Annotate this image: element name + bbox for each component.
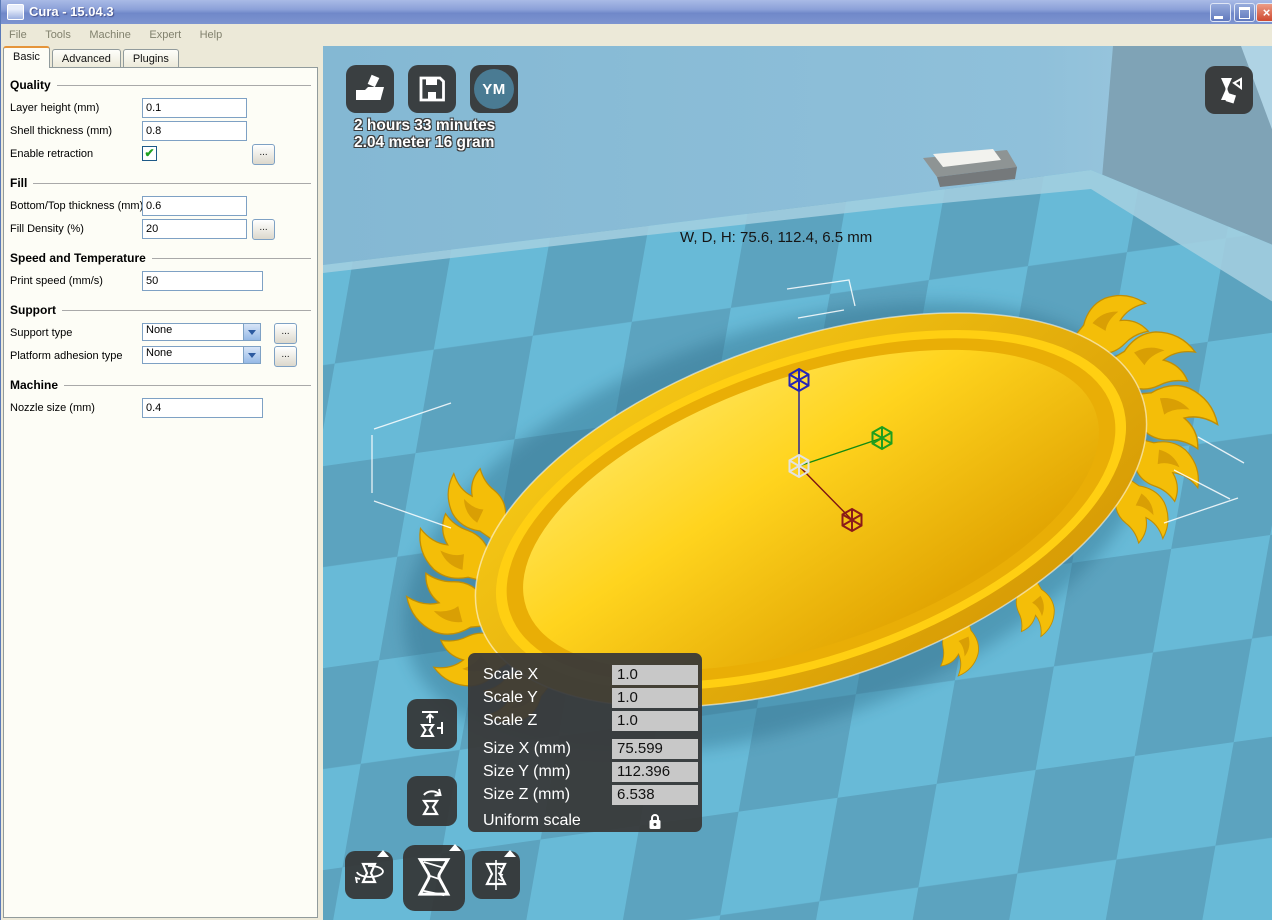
size-y-field[interactable]: 112.396	[612, 761, 698, 782]
scale-reset-icon	[421, 788, 442, 816]
scale-tool-button[interactable]	[403, 844, 465, 911]
dropdown-button[interactable]	[243, 324, 260, 340]
bottom-top-thickness-input[interactable]	[142, 196, 247, 216]
chevron-down-icon	[248, 352, 256, 358]
menu-expert[interactable]: Expert	[149, 24, 181, 46]
scale-icon	[417, 858, 451, 897]
section-support: Support	[10, 303, 311, 317]
uniform-scale-lock-toggle[interactable]	[612, 812, 698, 831]
basic-settings-page: Quality Layer height (mm) Shell thicknes…	[3, 67, 318, 918]
menu-machine[interactable]: Machine	[89, 24, 131, 46]
app-icon	[7, 4, 24, 20]
size-z-field[interactable]: 6.538	[612, 784, 698, 805]
print-stats: 2 hours 33 minutes 2.04 meter 16 gram	[354, 117, 495, 151]
submenu-triangle-icon	[504, 850, 516, 857]
enable-retraction-checkbox[interactable]: ✔	[142, 146, 157, 161]
lock-icon	[649, 813, 661, 829]
shell-thickness-input[interactable]	[142, 121, 247, 141]
section-machine: Machine	[10, 378, 311, 392]
save-icon	[419, 76, 445, 102]
youmagine-icon: YM	[474, 69, 514, 109]
menu-bar: File Tools Machine Expert Help	[1, 24, 1272, 46]
load-model-button[interactable]	[346, 65, 394, 113]
mirror-icon	[485, 860, 507, 890]
setting-row: Platform adhesion type None ...	[4, 345, 317, 368]
scale-row: Scale Y 1.0	[483, 686, 702, 709]
section-fill: Fill	[10, 176, 311, 190]
dropdown-button[interactable]	[243, 347, 260, 363]
scale-row: Size Z (mm) 6.538	[483, 783, 702, 806]
scale-settings-panel: Scale X 1.0 Scale Y 1.0 Scale Z 1.0 Size…	[468, 653, 702, 832]
setting-row: Support type None ...	[4, 322, 317, 345]
scale-reset-button[interactable]	[407, 776, 457, 826]
settings-panel: Basic Advanced Plugins Quality Layer hei…	[1, 46, 323, 920]
setting-row: Fill Density (%) ...	[4, 218, 317, 241]
scale-to-max-icon	[420, 711, 443, 737]
chevron-down-icon	[248, 329, 256, 335]
scale-x-field[interactable]: 1.0	[612, 664, 698, 685]
adhesion-more-button[interactable]: ...	[274, 346, 297, 367]
tab-advanced[interactable]: Advanced	[51, 49, 121, 68]
check-icon: ✔	[144, 146, 155, 160]
setting-row: Bottom/Top thickness (mm)	[4, 195, 317, 218]
3d-viewport[interactable]: YM 2 hours 33 minutes 2.04 meter 16 gram…	[323, 46, 1272, 920]
section-quality: Quality	[10, 78, 311, 92]
scale-row: Size X (mm) 75.599	[483, 737, 702, 760]
retraction-more-button[interactable]: ...	[252, 144, 275, 165]
fill-density-input[interactable]	[142, 219, 247, 239]
platform-adhesion-select[interactable]: None	[142, 346, 261, 364]
setting-row: Layer height (mm)	[4, 97, 317, 120]
view-mode-icon	[1221, 77, 1242, 104]
maximize-icon	[1239, 6, 1250, 19]
menu-tools[interactable]: Tools	[45, 24, 71, 46]
tab-basic[interactable]: Basic	[3, 46, 50, 68]
close-button[interactable]: ×	[1256, 3, 1272, 22]
build-plate-scene	[323, 46, 1272, 920]
load-model-icon	[356, 74, 384, 100]
model-dimensions-label: W, D, H: 75.6, 112.4, 6.5 mm	[680, 229, 873, 246]
share-youmagine-button[interactable]: YM	[470, 65, 518, 113]
tab-bar: Basic Advanced Plugins	[3, 46, 181, 68]
minimize-button[interactable]	[1210, 3, 1231, 22]
view-mode-button[interactable]	[1205, 66, 1253, 114]
rotate-icon	[354, 862, 384, 884]
menu-help[interactable]: Help	[200, 24, 223, 46]
maximize-button[interactable]	[1234, 3, 1255, 22]
minimize-icon	[1213, 15, 1223, 19]
setting-row: Shell thickness (mm)	[4, 120, 317, 143]
size-x-field[interactable]: 75.599	[612, 738, 698, 759]
nozzle-size-input[interactable]	[142, 398, 263, 418]
menu-file[interactable]: File	[9, 24, 27, 46]
scale-row: Scale Z 1.0	[483, 709, 702, 732]
section-speed-temperature: Speed and Temperature	[10, 251, 311, 265]
window-title: Cura - 15.04.3	[29, 4, 114, 19]
title-bar[interactable]: Cura - 15.04.3 ×	[1, 0, 1272, 24]
save-toolpath-button[interactable]	[408, 65, 456, 113]
print-speed-input[interactable]	[142, 271, 263, 291]
support-type-select[interactable]: None	[142, 323, 261, 341]
scale-y-field[interactable]: 1.0	[612, 687, 698, 708]
scale-z-field[interactable]: 1.0	[612, 710, 698, 731]
setting-row: Enable retraction ✔ ...	[4, 143, 317, 166]
material-usage: 2.04 meter 16 gram	[354, 134, 495, 151]
layer-height-input[interactable]	[142, 98, 247, 118]
support-more-button[interactable]: ...	[274, 323, 297, 344]
scale-row: Size Y (mm) 112.396	[483, 760, 702, 783]
cura-window: { "window": { "title": "Cura - 15.04.3" …	[0, 0, 1272, 920]
scale-to-max-button[interactable]	[407, 699, 457, 749]
rotate-tool-button[interactable]	[345, 850, 393, 899]
print-time: 2 hours 33 minutes	[354, 117, 496, 134]
fill-more-button[interactable]: ...	[252, 219, 275, 240]
setting-row: Print speed (mm/s)	[4, 270, 317, 293]
close-icon: ×	[1262, 5, 1271, 20]
mirror-tool-button[interactable]	[472, 850, 520, 899]
submenu-triangle-icon	[377, 850, 389, 857]
uniform-scale-row: Uniform scale	[483, 808, 702, 834]
tab-plugins[interactable]: Plugins	[122, 49, 179, 68]
submenu-triangle-icon	[449, 844, 461, 851]
scale-row: Scale X 1.0	[483, 663, 702, 686]
setting-row: Nozzle size (mm)	[4, 397, 317, 420]
